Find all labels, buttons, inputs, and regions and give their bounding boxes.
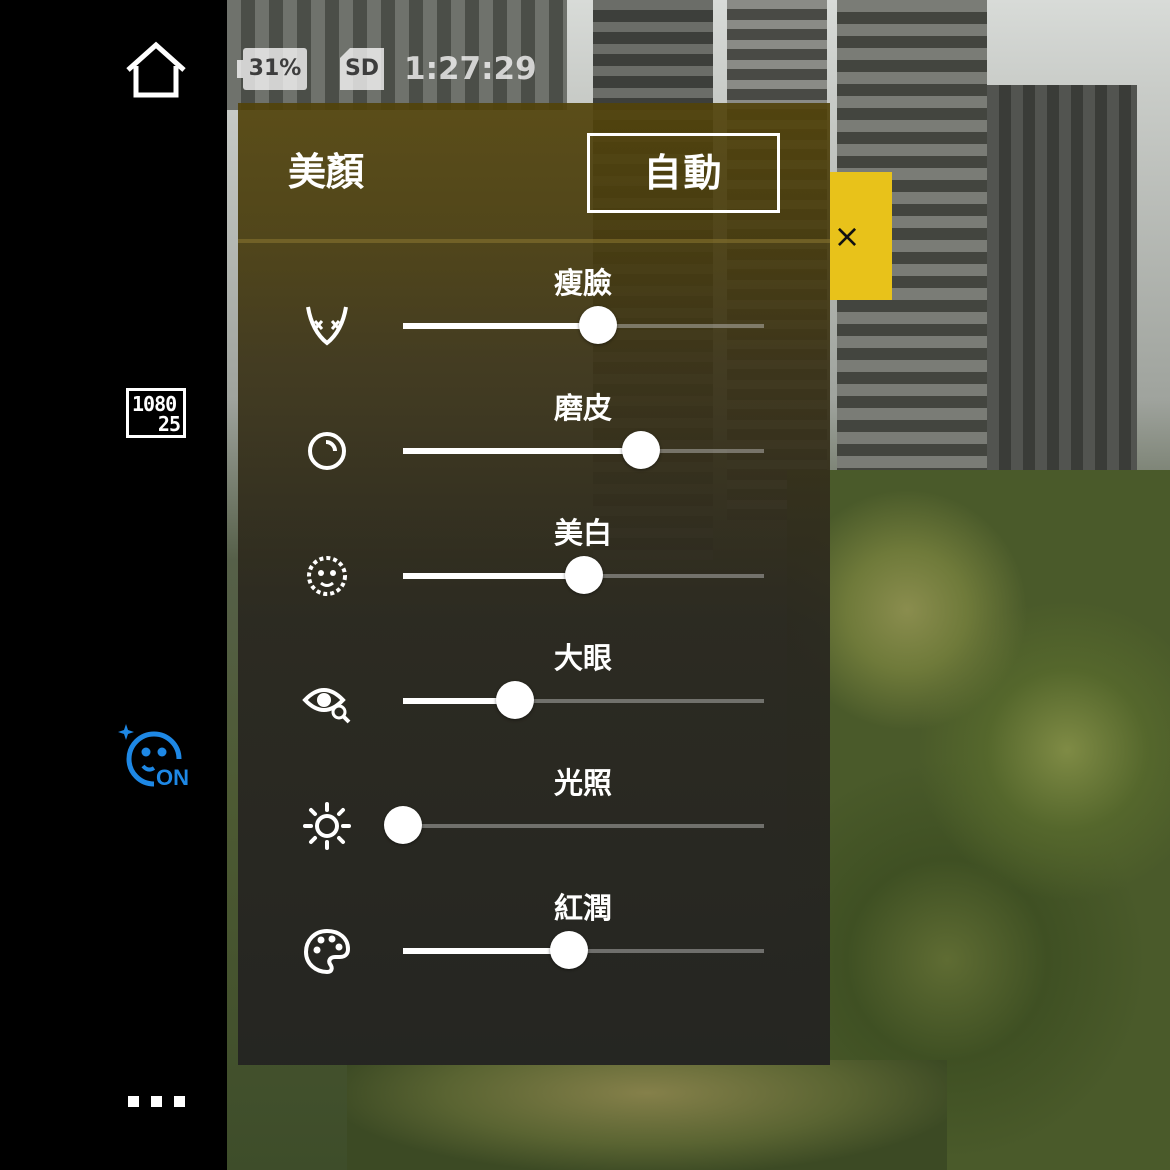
slider-row-whitening: 美白: [238, 515, 830, 640]
beauty-face-icon[interactable]: ON: [118, 722, 194, 790]
beauty-panel: 美顏 自動 瘦臉 磨皮 美白 大眼 光照 紅潤: [238, 103, 830, 1065]
slider-thumb[interactable]: [578, 306, 617, 344]
slider-row-skin-smooth: 磨皮: [238, 390, 830, 515]
panel-header: 美顏 自動: [238, 103, 830, 243]
face-slim-icon: [306, 306, 348, 346]
close-panel-button[interactable]: ×: [830, 172, 892, 300]
face-slim-slider[interactable]: [403, 306, 764, 344]
more-dots-icon[interactable]: [128, 1096, 186, 1108]
auto-button[interactable]: 自動: [587, 133, 780, 213]
slider-thumb[interactable]: [622, 431, 661, 469]
skin-smooth-slider[interactable]: [403, 431, 764, 469]
resolution-line2: 25: [157, 412, 181, 436]
slider-row-face-slim: 瘦臉: [238, 265, 830, 390]
rosy-slider[interactable]: [403, 931, 764, 969]
slider-label: 美白: [553, 516, 612, 550]
slider-thumb[interactable]: [564, 556, 603, 594]
recording-time: 1:27:29: [404, 51, 537, 87]
slider-label: 光照: [553, 766, 612, 800]
big-eye-slider[interactable]: [403, 681, 764, 719]
whitening-slider[interactable]: [403, 556, 764, 594]
lighting-slider[interactable]: [384, 806, 764, 844]
whitening-icon: [307, 556, 347, 596]
slider-label: 大眼: [553, 641, 612, 675]
slider-row-big-eye: 大眼: [238, 640, 830, 765]
slider-thumb[interactable]: [495, 681, 534, 719]
slider-label: 紅潤: [553, 891, 612, 925]
rosy-palette-icon: [303, 928, 351, 975]
slider-label: 磨皮: [553, 391, 612, 425]
big-eye-icon: [302, 688, 351, 724]
slider-thumb[interactable]: [384, 806, 422, 844]
slider-label: 瘦臉: [553, 266, 612, 300]
slider-thumb[interactable]: [550, 931, 589, 969]
lighting-icon: [303, 802, 351, 850]
slider-row-lighting: 光照: [238, 765, 830, 890]
resolution-button[interactable]: 1080 25: [126, 388, 186, 438]
home-icon[interactable]: [124, 40, 188, 100]
skin-smooth-icon: [308, 432, 346, 470]
battery-indicator: 31%: [237, 48, 307, 90]
panel-title: 美顏: [288, 150, 365, 194]
slider-row-rosy: 紅潤: [238, 890, 830, 1015]
resolution-line1: 1080: [132, 392, 177, 416]
beauty-on-label: ON: [156, 765, 189, 790]
left-sidebar: 1080 25 ON: [0, 0, 227, 1170]
sd-card-indicator: SD: [340, 48, 384, 90]
